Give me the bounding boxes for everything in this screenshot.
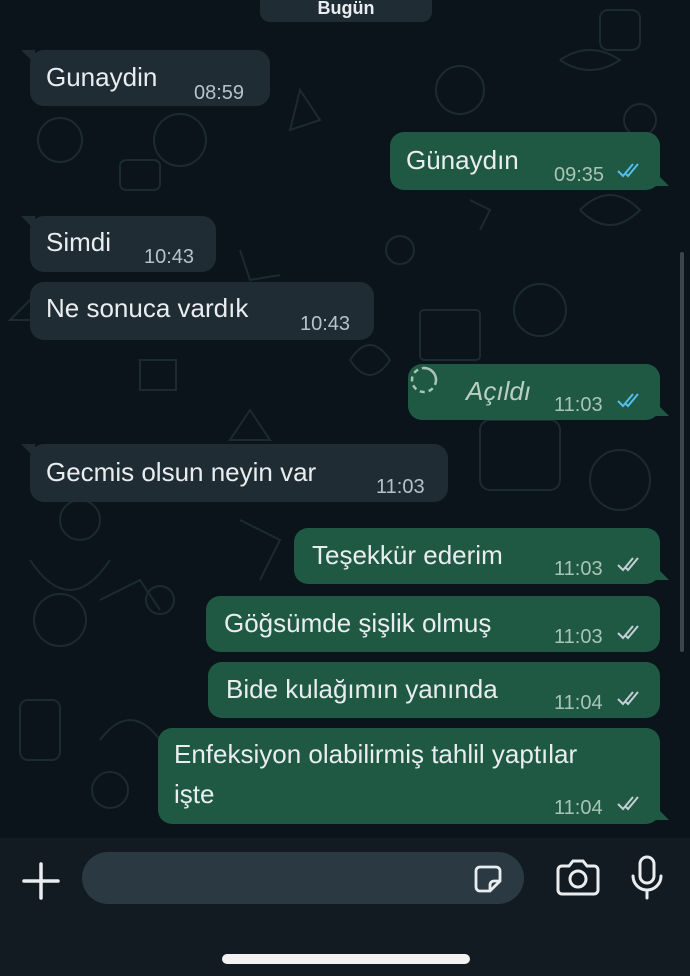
message-text: Gunaydin [46,62,158,92]
message-text: Simdi [46,227,112,257]
message-input[interactable] [82,852,524,904]
read-ticks-icon [617,163,639,178]
message-text: Açıldı [466,376,532,406]
chat-background: Bugün Gunaydin 08:59 Günaydın 09:35 Simd… [0,0,690,838]
message-time: 11:03 [554,558,603,580]
message-text-line2: işte [174,779,215,809]
message-text: Teşekkür ederim [312,540,503,570]
camera-icon[interactable] [554,858,602,898]
delivered-ticks-icon [617,691,639,706]
message-bubble-incoming[interactable]: Gunaydin 08:59 [21,50,270,106]
message-time: 10:43 [300,313,351,335]
message-time: 11:04 [554,797,603,819]
plus-icon[interactable] [18,858,64,904]
read-ticks-icon [617,393,639,408]
view-once-icon [410,366,438,394]
delivered-ticks-icon [617,796,639,811]
message-time: 11:03 [554,394,603,416]
sticker-icon[interactable] [470,861,506,897]
message-bubble-incoming[interactable]: Simdi 10:43 [21,216,216,272]
message-text: Ne sonuca vardık [46,293,249,323]
message-time: 11:03 [376,476,425,498]
microphone-icon[interactable] [628,854,666,900]
message-time: 08:59 [194,82,245,104]
scrollbar[interactable] [680,252,684,652]
date-label: Bugün [317,0,375,18]
message-bubble-outgoing-view-once[interactable]: Açıldı 11:03 [408,364,669,420]
message-bubble-outgoing[interactable]: Bide kulağımın yanında 11:04 [208,662,660,718]
message-text: Gecmis olsun neyin var [46,457,317,487]
message-time: 10:43 [144,246,195,268]
delivered-ticks-icon [617,557,639,572]
message-bubble-outgoing[interactable]: Enfeksiyon olabilirmiş tahlil yaptılar i… [158,728,669,824]
message-bubble-outgoing[interactable]: Göğsümde şişlik olmuş 11:03 [206,596,660,652]
message-time: 11:04 [554,692,603,714]
home-indicator[interactable] [222,954,470,964]
message-time: 11:03 [554,626,603,648]
message-text: Günaydın [406,145,519,175]
message-text: Bide kulağımın yanında [226,674,498,704]
message-bubble-outgoing[interactable]: Teşekkür ederim 11:03 [294,528,669,584]
message-time: 09:35 [554,164,605,186]
message-text: Göğsümde şişlik olmuş [224,608,492,638]
message-bubble-incoming[interactable]: Gecmis olsun neyin var 11:03 [21,444,448,502]
delivered-ticks-icon [617,625,639,640]
message-text-line1: Enfeksiyon olabilirmiş tahlil yaptılar [174,739,578,769]
message-bubble-incoming[interactable]: Ne sonuca vardık 10:43 [30,282,374,340]
message-bubble-outgoing[interactable]: Günaydın 09:35 [390,132,669,190]
date-separator: Bugün [260,0,432,22]
